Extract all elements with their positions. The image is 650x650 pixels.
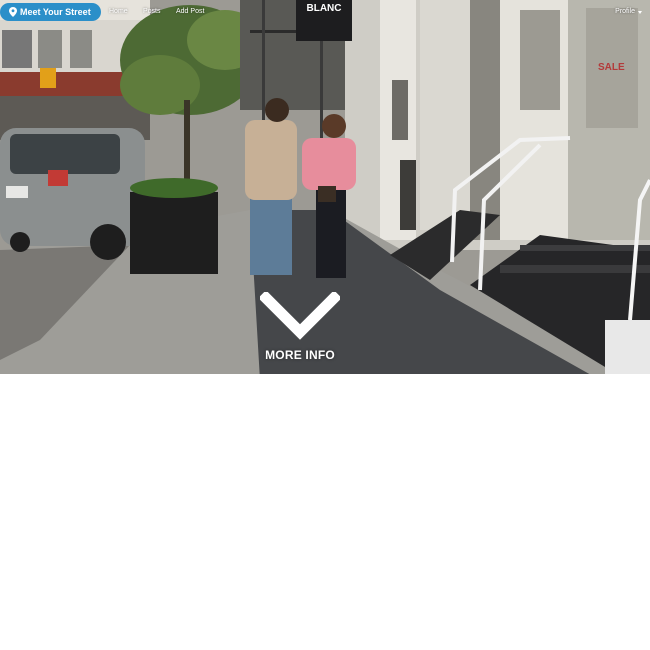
hero-section: BLANC SALE Meet Your Street Home Posts A…: [0, 0, 650, 374]
caret-down-icon: [638, 10, 642, 14]
more-info-label: MORE INFO: [265, 348, 335, 362]
sale-sign: SALE: [598, 62, 625, 73]
nav-link-home[interactable]: Home: [109, 7, 128, 17]
profile-label: Profile: [615, 8, 635, 15]
page: BLANC SALE Meet Your Street Home Posts A…: [0, 0, 650, 650]
profile-dropdown[interactable]: Profile: [615, 7, 642, 17]
nav-link-add-post[interactable]: Add Post: [176, 7, 204, 17]
brand-label: Meet Your Street: [20, 7, 91, 17]
nav-link-posts[interactable]: Posts: [143, 7, 161, 17]
top-navbar: Meet Your Street Home Posts Add Post Pro…: [0, 0, 650, 24]
location-pin-icon: [9, 7, 17, 17]
chevron-down-icon: [260, 292, 340, 340]
brand-button[interactable]: Meet Your Street: [0, 3, 101, 21]
more-info-button[interactable]: MORE INFO: [240, 290, 360, 366]
content-area: [0, 374, 650, 650]
